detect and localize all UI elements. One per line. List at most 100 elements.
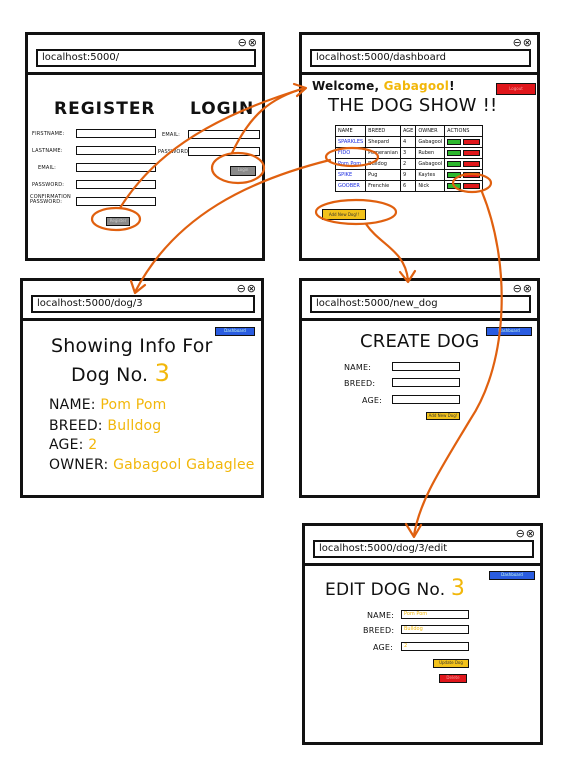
breed-label: BREED: [49, 418, 103, 434]
table-row: FIDO Pomeranian 3 Ruben [334, 147, 484, 159]
create-breed-input[interactable] [392, 378, 460, 387]
dashboard-button[interactable]: Dashboard [486, 327, 532, 336]
login-email-input[interactable] [188, 130, 260, 139]
create-age-input[interactable] [392, 395, 460, 404]
dog-name-link[interactable]: FIDO [334, 147, 367, 159]
dog-owner-row: OWNER: Gabagool Gabaglee [49, 457, 255, 473]
owner-label: OWNER: [49, 457, 109, 473]
delete-button[interactable] [463, 149, 481, 156]
edit-name-value: Pom Pom [404, 611, 428, 617]
dashboard-button[interactable]: Dashboard [215, 327, 255, 336]
create-title: CREATE DOG [360, 331, 480, 352]
dog-age: 3 [399, 147, 417, 159]
row-actions [444, 180, 484, 192]
delete-button[interactable] [463, 138, 481, 145]
delete-dog-button[interactable]: Delete [439, 674, 467, 683]
edit-name-input[interactable]: Pom Pom [401, 610, 469, 619]
dog-owner: Gabagool [415, 158, 446, 170]
edit-button[interactable] [447, 149, 462, 156]
dog-breed: Pug [365, 169, 401, 181]
login-password-label: PASSWORD: [158, 149, 191, 155]
show-heading-line1: Showing Info For [51, 335, 213, 357]
breed-value: Bulldog [107, 418, 162, 434]
delete-button[interactable] [463, 160, 481, 167]
table-row: SPIKE Pug 9 Kaytes [334, 169, 484, 181]
show-titlebar: ⊖⊗ localhost:5000/dog/3 [23, 281, 261, 321]
dog-breed: Bulldog [365, 158, 401, 170]
confirm-password-label: CONFIRMATION PASSWORD: [30, 194, 71, 205]
edit-button[interactable] [447, 138, 462, 145]
edit-name-label: NAME: [367, 611, 395, 620]
window-controls-icon[interactable]: ⊖⊗ [513, 36, 533, 49]
update-dog-button[interactable]: Update Dog [433, 659, 469, 668]
window-controls-icon[interactable]: ⊖⊗ [516, 527, 536, 540]
login-email-label: EMAIL: [162, 132, 181, 138]
logout-button[interactable]: Logout [496, 83, 536, 95]
lastname-label: LASTNAME: [32, 148, 63, 154]
add-dog-button[interactable]: Add New Dog!! [322, 209, 366, 220]
welcome-suffix: ! [449, 79, 455, 93]
col-owner: OWNER [415, 125, 446, 137]
firstname-input[interactable] [76, 129, 156, 138]
owner-value: Gabagool Gabaglee [113, 457, 255, 473]
col-name: NAME [334, 125, 367, 137]
edit-age-input[interactable]: 2 [401, 642, 469, 651]
dog-breed: Pomeranian [365, 147, 401, 159]
dog-age: 2 [399, 158, 417, 170]
window-controls-icon[interactable]: ⊖⊗ [237, 282, 257, 295]
dog-owner: Kaytes [415, 169, 446, 181]
edit-titlebar: ⊖⊗ localhost:5000/dog/3/edit [305, 526, 540, 566]
edit-breed-label: BREED: [363, 626, 395, 635]
create-submit-button[interactable]: Add New Dog! [426, 412, 460, 420]
create-titlebar: ⊖⊗ localhost:5000/new_dog [302, 281, 537, 321]
window-controls-icon[interactable]: ⊖⊗ [513, 282, 533, 295]
lastname-input[interactable] [76, 146, 156, 155]
dog-age-row: AGE: 2 [49, 437, 97, 453]
login-password-input[interactable] [188, 147, 260, 156]
create-name-label: NAME: [344, 363, 372, 372]
welcome-text: Welcome, Gabagool! [312, 79, 455, 93]
window-controls-icon[interactable]: ⊖⊗ [238, 36, 258, 49]
create-breed-label: BREED: [344, 379, 376, 388]
url-bar[interactable]: localhost:5000/new_dog [310, 295, 531, 313]
register-title: REGISTER [54, 99, 156, 119]
dog-age: 9 [399, 169, 417, 181]
table-header-row: NAME BREED AGE OWNER ACTIONS [334, 125, 484, 137]
create-name-input[interactable] [392, 362, 460, 371]
url-bar[interactable]: localhost:5000/ [36, 49, 256, 67]
welcome-prefix: Welcome, [312, 79, 380, 93]
name-value: Pom Pom [100, 397, 167, 413]
name-label: NAME: [49, 397, 96, 413]
edit-button[interactable] [447, 182, 462, 189]
dashboard-button[interactable]: Dashboard [489, 571, 535, 580]
email-input[interactable] [76, 163, 156, 172]
login-title: LOGIN [190, 99, 255, 119]
dog-number: 3 [154, 359, 171, 387]
login-button[interactable]: Login [230, 166, 256, 176]
show-dog-window: ⊖⊗ localhost:5000/dog/3 Dashboard Showin… [20, 278, 264, 498]
dog-name-link[interactable]: GOOBER [334, 180, 367, 192]
edit-button[interactable] [447, 171, 462, 178]
edit-breed-input[interactable]: Bulldog [401, 625, 469, 634]
show-heading-line2: Dog No. 3 [71, 359, 170, 387]
dog-age: 4 [399, 136, 417, 148]
url-bar[interactable]: localhost:5000/dog/3/edit [313, 540, 534, 558]
dog-name-link[interactable]: SPARKLES [334, 136, 367, 148]
url-bar[interactable]: localhost:5000/dog/3 [31, 295, 255, 313]
password-label: PASSWORD: [32, 182, 65, 188]
register-window: ⊖⊗ localhost:5000/ REGISTER LOGIN FIRSTN… [25, 32, 265, 261]
confirm-password-input[interactable] [76, 197, 156, 206]
url-bar[interactable]: localhost:5000/dashboard [310, 49, 531, 67]
dog-name-link[interactable]: Pom Pom [334, 158, 367, 170]
edit-title-text: EDIT DOG No. [325, 580, 446, 600]
register-button[interactable]: Register [106, 217, 130, 226]
age-value: 2 [88, 437, 98, 453]
delete-button[interactable] [463, 182, 481, 189]
edit-button[interactable] [447, 160, 462, 167]
dog-owner: Nick [415, 180, 446, 192]
delete-button[interactable] [463, 171, 481, 178]
edit-age-value: 2 [404, 643, 408, 649]
dog-name-link[interactable]: SPIKE [334, 169, 367, 181]
row-actions [444, 136, 484, 148]
password-input[interactable] [76, 180, 156, 189]
